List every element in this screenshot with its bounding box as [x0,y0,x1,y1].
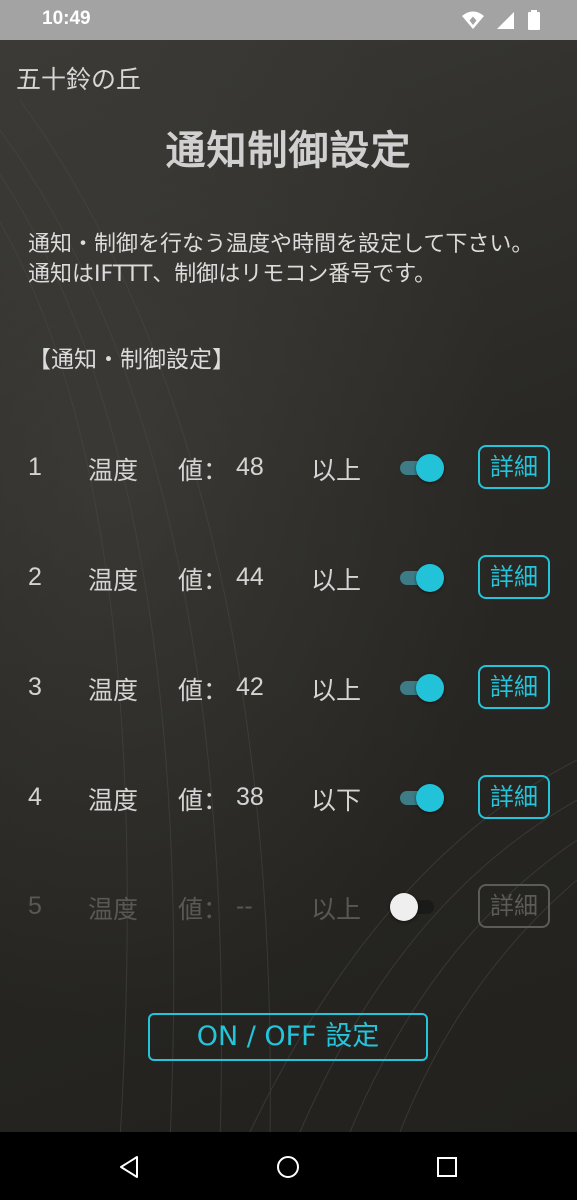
rule-value[interactable]: -- [236,892,253,921]
toggle-thumb [416,564,444,592]
rule-value[interactable]: 48 [236,453,264,482]
detail-button[interactable]: 詳細 [478,884,550,928]
rule-number: 2 [28,563,42,591]
toggle-thumb [416,454,444,482]
rule-row-4: 4 温度 値： 38 以下 詳細 [0,775,577,821]
rule-comparison[interactable]: 以上 [311,671,361,707]
rule-value-label: 値： [178,456,229,485]
rule-value-label: 値： [178,895,229,924]
toggle-thumb [390,893,418,921]
battery-icon [528,10,540,30]
rule-value[interactable]: 38 [236,783,264,812]
rule-sensor-type[interactable]: 温度 [88,561,138,597]
rule-value-label: 値： [178,786,229,815]
rule-value[interactable]: 42 [236,673,264,702]
toggle-thumb [416,784,444,812]
description-text: 通知・制御を行なう温度や時間を設定して下さい。通知はIFTTT、制御はリモコン番… [28,232,534,287]
rule-number: 5 [28,892,42,920]
onoff-settings-button[interactable]: ON / OFF 設定 [148,1013,428,1061]
rule-enable-toggle[interactable] [388,561,448,595]
back-icon[interactable] [116,1154,142,1180]
rule-comparison[interactable]: 以上 [311,561,361,597]
cell-signal-icon [496,12,514,29]
detail-button[interactable]: 詳細 [478,665,550,709]
page-heading: 通知制御設定 [165,128,412,174]
rule-sensor-type[interactable]: 温度 [88,781,138,817]
rule-comparison[interactable]: 以上 [311,451,361,487]
rule-enable-toggle[interactable] [388,451,448,485]
rule-row-3: 3 温度 値： 42 以上 詳細 [0,665,577,711]
rule-enable-toggle[interactable] [388,781,448,815]
rule-sensor-type[interactable]: 温度 [88,671,138,707]
rule-number: 1 [28,453,42,481]
detail-button[interactable]: 詳細 [478,445,550,489]
rule-number: 3 [28,673,42,701]
detail-button[interactable]: 詳細 [478,555,550,599]
status-icons [455,9,541,31]
home-icon[interactable] [275,1154,301,1180]
detail-button[interactable]: 詳細 [478,775,550,819]
rule-row-2: 2 温度 値： 44 以上 詳細 [0,555,577,601]
rule-enable-toggle[interactable] [388,890,448,924]
rule-value-label: 値： [178,676,229,705]
navigation-bar [0,1132,577,1200]
rule-value[interactable]: 44 [236,563,264,592]
rule-comparison[interactable]: 以上 [311,890,361,926]
section-title: 【通知・制御設定】 [28,347,235,373]
rule-row-5: 5 温度 値： -- 以上 詳細 [0,884,577,930]
status-bar: 10:49 [0,0,577,40]
toggle-thumb [416,674,444,702]
rule-value-label: 値： [178,566,229,595]
rule-row-1: 1 温度 値： 48 以上 詳細 [0,445,577,491]
status-time: 10:49 [42,8,91,29]
app-screen: 五十鈴の丘 通知制御設定 通知・制御を行なう温度や時間を設定して下さい。通知はI… [0,40,577,1132]
rule-sensor-type[interactable]: 温度 [88,451,138,487]
rule-number: 4 [28,783,42,811]
rule-enable-toggle[interactable] [388,671,448,705]
rule-comparison[interactable]: 以下 [311,781,361,817]
recent-apps-icon[interactable] [434,1154,460,1180]
rule-sensor-type[interactable]: 温度 [88,890,138,926]
app-title: 五十鈴の丘 [16,65,142,94]
wifi-icon [461,11,484,29]
